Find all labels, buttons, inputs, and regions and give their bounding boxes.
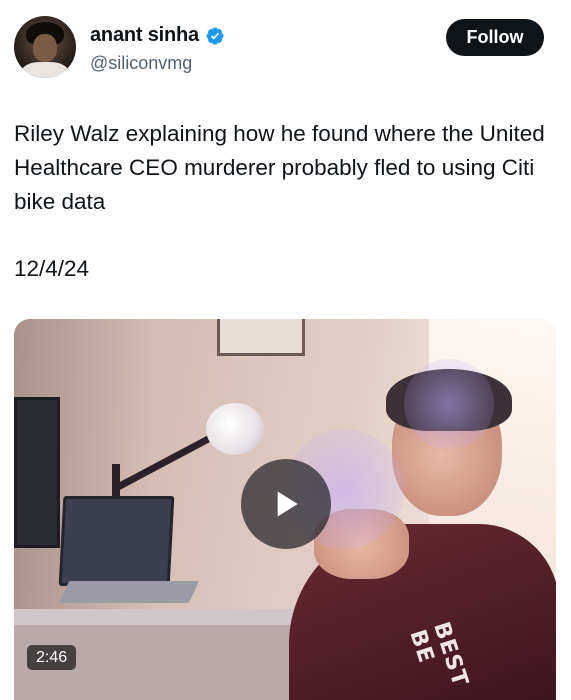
- tweet-text: Riley Walz explaining how he found where…: [14, 121, 545, 214]
- avatar[interactable]: [14, 16, 76, 78]
- avatar-face: [33, 34, 57, 62]
- tweet-date: 12/4/24: [14, 256, 90, 281]
- video-wall-frame: [217, 319, 305, 356]
- video-monitor: [14, 397, 60, 548]
- play-button[interactable]: [241, 459, 331, 549]
- video-lamp-shade: [206, 403, 264, 455]
- video-player[interactable]: BEST BE 2:46: [14, 319, 556, 700]
- author-name-row: anant sinha: [90, 24, 225, 47]
- author-handle[interactable]: @siliconvmg: [90, 53, 192, 74]
- verified-badge-icon: [206, 26, 224, 45]
- video-duration: 2:46: [27, 645, 77, 670]
- follow-button[interactable]: Follow: [446, 19, 544, 56]
- video-laptop-screen: [58, 496, 175, 586]
- author-display-name[interactable]: anant sinha: [90, 24, 199, 47]
- video-glare: [404, 359, 494, 449]
- video-laptop-base: [58, 581, 200, 603]
- video-desk: [14, 609, 334, 625]
- play-icon: [277, 491, 298, 517]
- avatar-shirt: [22, 62, 68, 78]
